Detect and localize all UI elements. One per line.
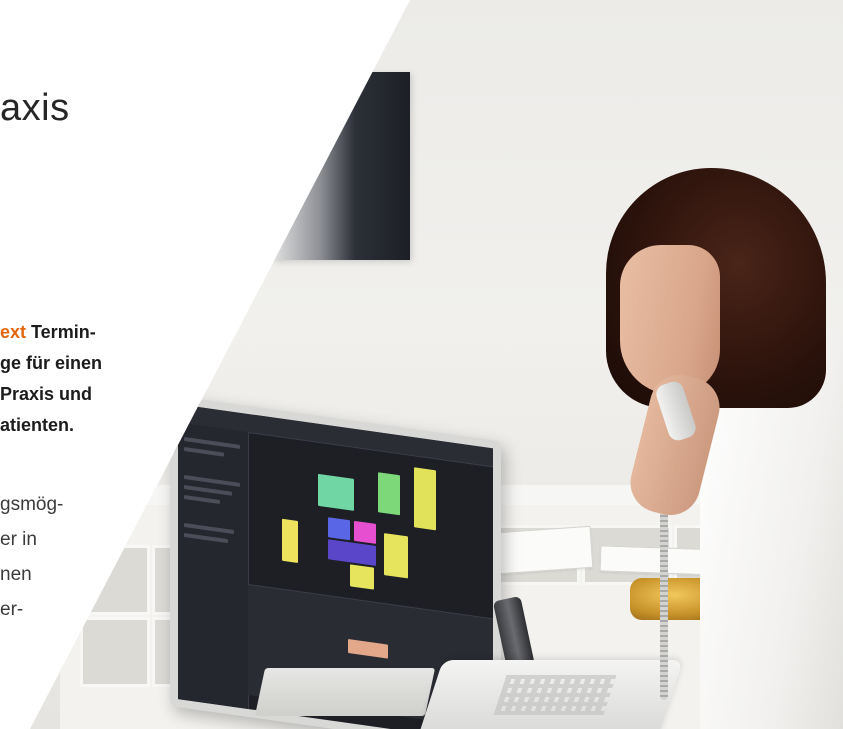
lead-paragraph: ext Termin- ge für einen Praxis und atie… — [0, 317, 200, 441]
screen-sidebar — [178, 422, 249, 710]
shelf-cubby — [80, 617, 150, 687]
appointment-block — [328, 517, 350, 541]
phone-keypad — [493, 675, 617, 715]
lead-line-3: Praxis und — [0, 384, 93, 404]
sidebar-row — [184, 494, 220, 505]
appointment-block — [328, 539, 376, 566]
lead-line-1-rest: Termin- — [26, 322, 96, 342]
page-heading: axis — [0, 87, 70, 129]
appointment-block — [348, 639, 388, 659]
monitor-stand — [254, 668, 436, 716]
sidebar-row — [184, 446, 224, 457]
appointment-block — [414, 467, 436, 531]
appointment-block — [282, 518, 298, 563]
appointment-block — [318, 473, 354, 511]
lead-line-4: atienten. — [0, 415, 75, 435]
appointment-block — [378, 472, 400, 516]
lead-accent-word: ext — [0, 322, 27, 342]
sidebar-row — [184, 484, 232, 496]
person-face — [620, 245, 720, 395]
lead-line-1: ext Termin- — [0, 317, 200, 348]
lead-line-2: ge für einen — [0, 353, 103, 373]
appointment-block — [350, 564, 374, 590]
sidebar-row — [184, 532, 228, 544]
appointment-block — [384, 533, 408, 579]
sidebar-row — [184, 474, 240, 487]
sidebar-row — [184, 522, 234, 534]
sidebar-row — [184, 436, 240, 449]
appointment-block — [354, 520, 376, 544]
